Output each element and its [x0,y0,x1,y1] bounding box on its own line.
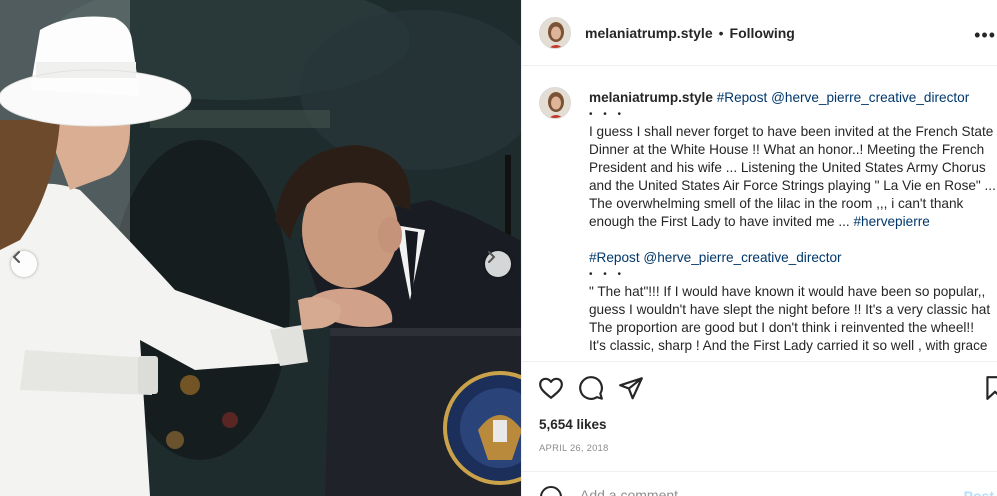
avatar-image [540,17,570,48]
caption-line: Dinner at the White House !! What an hon… [589,142,985,157]
caption-line: The overwhelming smell of the lilac in t… [589,196,964,211]
caption-line: President and his wife ... Listening the… [589,160,986,175]
emoji-icon[interactable] [539,485,563,496]
carousel-prev-button[interactable] [11,251,37,277]
caption-line: I guess I shall never forget to have bee… [589,124,994,139]
caption-dots: • • • [589,109,626,120]
action-bar [522,362,997,412]
caption-username[interactable]: melaniatrump.style [589,90,713,105]
caption-line: The proportion are good but I don't thin… [589,320,974,335]
caption-dots: • • • [589,269,626,280]
following-button[interactable]: Following [730,25,795,41]
bookmark-icon[interactable] [982,375,997,401]
caption-line: " The hat"!!! If I would have known it w… [589,284,986,299]
header-separator: • [718,24,724,41]
repost-link[interactable]: #Repost @herve_pierre_creative_director [717,90,970,105]
caption-line: It's classic, sharp ! And the First Lady… [589,338,988,353]
post-side-panel: melaniatrump.style • Following ••• melan… [521,0,997,496]
caption-text: melaniatrump.style #Repost @herve_pierre… [589,89,997,355]
post-photo[interactable] [0,0,521,496]
caption-line: guess I wouldn't have slept the night be… [589,302,991,317]
comment-bar: Post [522,471,997,496]
post-comment-button[interactable]: Post [964,488,994,496]
carousel-next-button[interactable] [485,251,511,277]
likes-count[interactable]: 5,654 likes [539,417,607,432]
chevron-right-icon [488,251,495,263]
caption-line-text: enough the First Lady to have invited me… [589,214,854,229]
hashtag-link[interactable]: #hervepierre [853,214,929,229]
avatar-image [540,88,570,118]
heart-icon[interactable] [538,375,564,401]
chevron-left-icon [13,251,20,263]
comment-input[interactable] [580,487,910,496]
avatar[interactable] [539,16,571,49]
caption-line: enough the First Lady to have invited me… [589,213,997,231]
header-username[interactable]: melaniatrump.style [585,25,713,41]
caption-avatar[interactable] [539,87,571,119]
post-date[interactable]: APRIL 26, 2018 [539,443,609,454]
comment-icon[interactable] [578,375,604,401]
repost-link[interactable]: #Repost @herve_pierre_creative_director [589,249,997,267]
post-photo-illustration [0,0,521,496]
caption-section: melaniatrump.style #Repost @herve_pierre… [522,66,997,362]
caption-line: and the United States Air Force Strings … [589,178,996,193]
more-horizontal-icon[interactable]: ••• [974,25,996,46]
paper-plane-icon[interactable] [618,375,644,401]
post-header: melaniatrump.style • Following ••• [522,0,997,66]
caption-gap [589,231,997,249]
